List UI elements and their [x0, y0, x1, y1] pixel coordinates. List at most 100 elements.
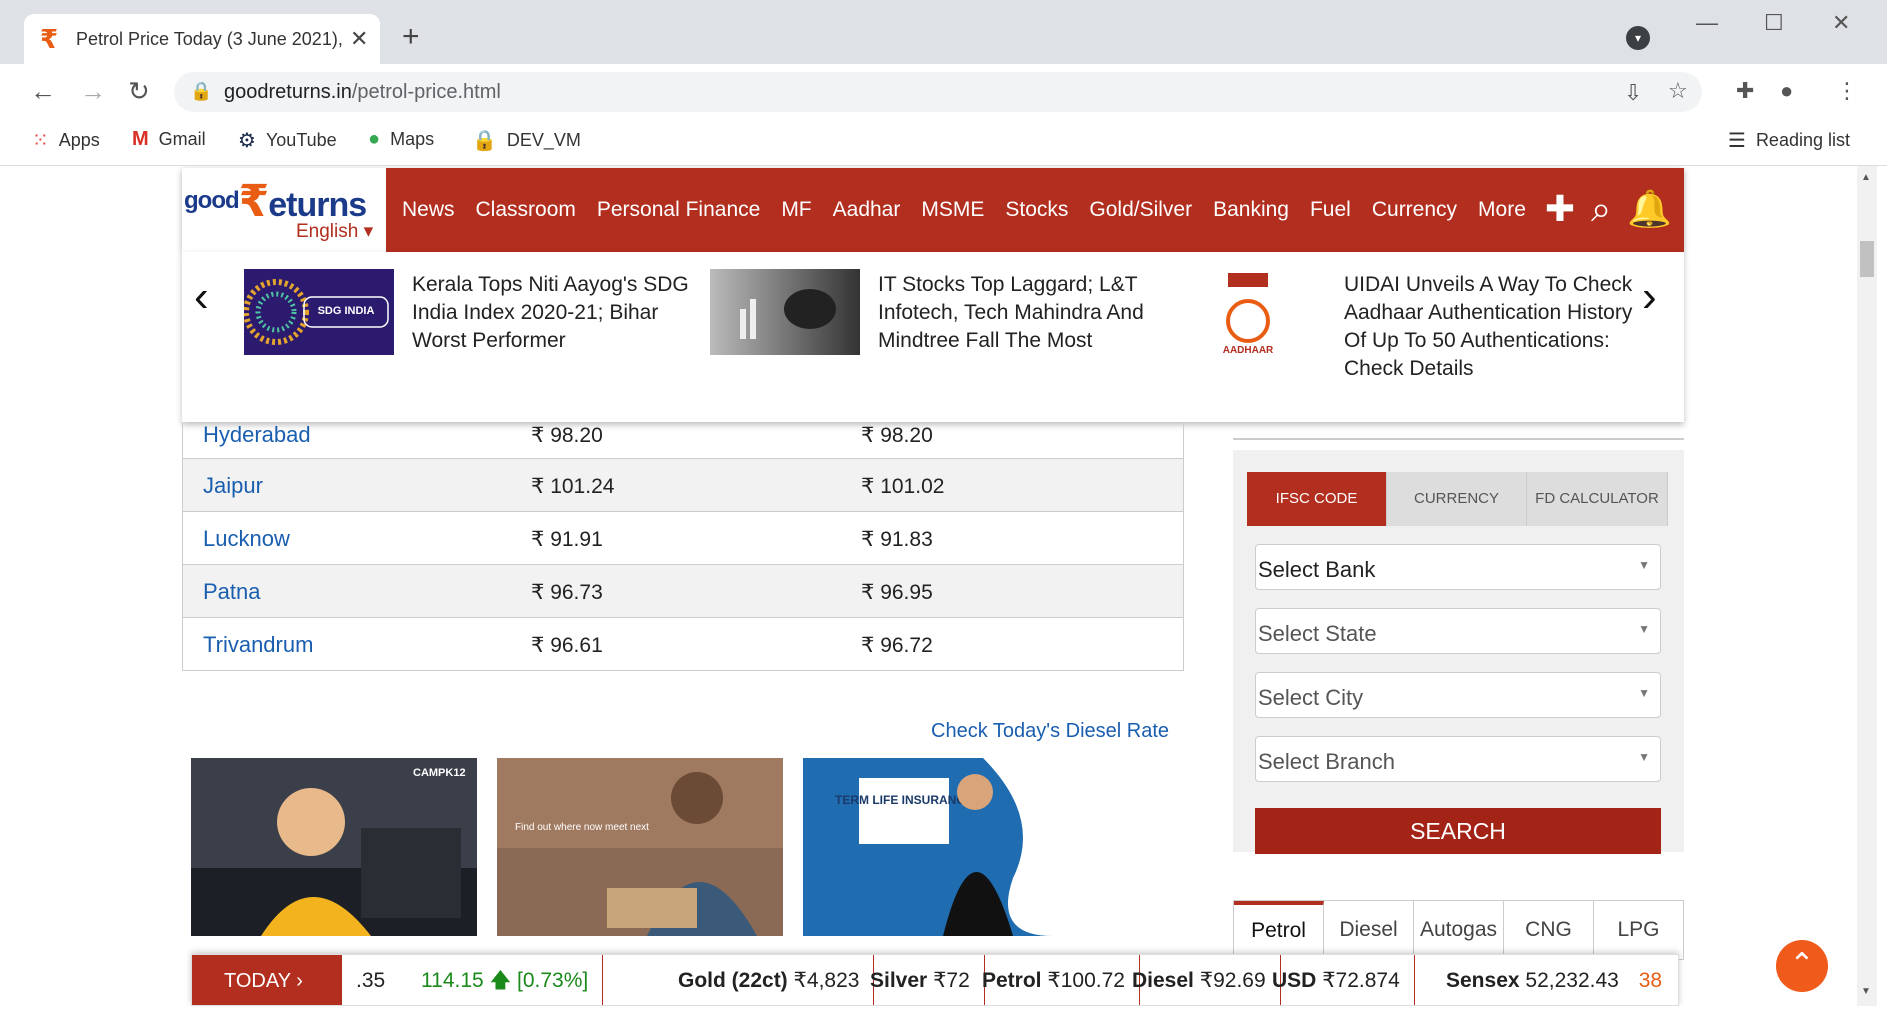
city-link[interactable]: Patna: [203, 579, 261, 605]
maps-pin-icon: ●: [368, 128, 381, 150]
page-scrollbar[interactable]: ▲ ▼: [1857, 166, 1877, 1006]
tab-diesel[interactable]: Diesel: [1324, 901, 1414, 959]
tab-currency[interactable]: CURRENCY: [1387, 472, 1527, 526]
ad-term-life-text: TERM LIFE INSURANCE: [835, 793, 973, 807]
language-dropdown[interactable]: English ▾: [296, 220, 373, 243]
ticker-silver[interactable]: Silver ₹72: [856, 955, 985, 1005]
city-link[interactable]: Jaipur: [203, 473, 263, 499]
back-icon[interactable]: ←: [30, 76, 56, 107]
install-icon[interactable]: ⇩: [1624, 80, 1642, 106]
nav-personal-finance[interactable]: Personal Finance: [597, 198, 760, 222]
news-headline[interactable]: UIDAI Unveils A Way To Check Aadhaar Aut…: [1344, 271, 1634, 383]
new-tab-button[interactable]: +: [402, 20, 420, 54]
ad-campk12[interactable]: CAMPK12: [191, 758, 477, 936]
close-window-icon[interactable]: ✕: [1832, 10, 1850, 36]
scroll-down-icon[interactable]: ▼: [1861, 986, 1871, 997]
bookmark-youtube[interactable]: ⚙ YouTube: [238, 128, 337, 153]
tab-ifsc-code[interactable]: IFSC CODE: [1247, 472, 1387, 526]
chevron-right-icon: ›: [296, 970, 303, 992]
notification-bell-icon[interactable]: 🔔: [1627, 188, 1672, 231]
bookmark-dev-vm[interactable]: 🔒 DEV_VM: [472, 128, 581, 153]
tab-lpg[interactable]: LPG: [1594, 901, 1683, 959]
ticker-gold[interactable]: Gold (22ct) ₹4,823: [664, 955, 875, 1005]
news-thumbnail-uidai[interactable]: AADHAAR: [1176, 269, 1326, 355]
ticker-diesel[interactable]: Diesel ₹92.69: [1118, 955, 1281, 1005]
lock-icon[interactable]: 🔒: [190, 81, 212, 102]
tab-cng[interactable]: CNG: [1504, 901, 1594, 959]
site-logo[interactable]: good₹eturns English ▾: [182, 168, 386, 252]
news-thumbnail-sdg[interactable]: SDG INDIA: [244, 269, 394, 355]
scroll-up-icon[interactable]: ▲: [1861, 172, 1871, 183]
nav-stocks[interactable]: Stocks: [1005, 198, 1068, 222]
city-link[interactable]: Hyderabad: [203, 422, 311, 448]
ad-term-life[interactable]: TERM LIFE INSURANCE: [803, 758, 1093, 936]
price-today: ₹ 96.73: [531, 581, 603, 604]
news-carousel: ‹ SDG INDIA Kerala Tops Niti Aayog's SDG…: [182, 252, 1684, 422]
nav-banking[interactable]: Banking: [1213, 198, 1289, 222]
forward-icon[interactable]: →: [80, 76, 106, 107]
close-tab-icon[interactable]: ✕: [350, 26, 368, 52]
site-header: good₹eturns English ▾ News Classroom Per…: [182, 168, 1684, 252]
ticker-nifty[interactable]: .35 114.15 🡅 [0.73%]: [342, 955, 604, 1005]
bookmarks-bar: ⁙ Apps M Gmail ⚙ YouTube ● Maps 🔒 DEV_VM ☰ Rea…: [0, 120, 1887, 160]
reading-list-icon: ☰: [1728, 130, 1746, 152]
bookmark-gmail[interactable]: M Gmail: [132, 128, 206, 151]
tab-title: Petrol Price Today (3 June 2021),: [76, 29, 343, 49]
select-city-dropdown[interactable]: Select City ▼: [1255, 672, 1661, 718]
city-link[interactable]: Trivandrum: [203, 632, 313, 658]
maximize-icon[interactable]: ☐: [1764, 10, 1784, 36]
price-today: ₹ 101.24: [531, 475, 615, 498]
today-button[interactable]: TODAY ›: [192, 955, 342, 1005]
diesel-rate-link[interactable]: Check Today's Diesel Rate: [931, 720, 1169, 743]
select-branch-dropdown[interactable]: Select Branch ▼: [1255, 736, 1661, 782]
ticker-usd[interactable]: USD ₹72.874: [1258, 955, 1415, 1005]
menu-icon[interactable]: ⋮: [1836, 78, 1858, 104]
chevron-up-icon: ⌃: [1789, 948, 1815, 981]
main-nav: News Classroom Personal Finance MF Aadha…: [402, 168, 1526, 252]
tab-petrol[interactable]: Petrol: [1234, 901, 1324, 959]
url-text: goodreturns.in/petrol-price.html: [224, 81, 501, 103]
news-headline[interactable]: Kerala Tops Niti Aayog's SDG India Index…: [412, 271, 702, 355]
nav-msme[interactable]: MSME: [921, 198, 984, 222]
city-link[interactable]: Lucknow: [203, 526, 290, 552]
bookmark-apps[interactable]: ⁙ Apps: [32, 128, 100, 153]
bookmark-star-icon[interactable]: ☆: [1668, 78, 1688, 104]
ticker-sensex[interactable]: Sensex 52,232.43 38: [1412, 955, 1676, 1005]
nav-aadhar[interactable]: Aadhar: [833, 198, 901, 222]
nav-classroom[interactable]: Classroom: [476, 198, 576, 222]
nav-fuel[interactable]: Fuel: [1310, 198, 1351, 222]
minimize-icon[interactable]: —: [1696, 10, 1718, 36]
scrollbar-thumb[interactable]: [1860, 241, 1874, 277]
carousel-next-icon[interactable]: ›: [1642, 272, 1657, 322]
tab-fd-calculator[interactable]: FD CALCULATOR: [1527, 472, 1668, 526]
select-state-dropdown[interactable]: Select State ▼: [1255, 608, 1661, 654]
news-thumbnail-it-stocks[interactable]: [710, 269, 860, 355]
profile-avatar-icon[interactable]: ●: [1780, 78, 1793, 104]
select-bank-dropdown[interactable]: Select Bank ▼: [1255, 544, 1661, 590]
carousel-prev-icon[interactable]: ‹: [194, 272, 209, 322]
puzzle-icon[interactable]: ✚: [1545, 188, 1575, 231]
search-button[interactable]: SEARCH: [1255, 808, 1661, 854]
tab-search-icon[interactable]: ▾: [1626, 26, 1650, 50]
apps-grid-icon: ⁙: [32, 130, 49, 152]
fuel-tabs: Petrol Diesel Autogas CNG LPG: [1233, 900, 1684, 960]
ad-fedex[interactable]: Find out where now meet next: [497, 758, 783, 936]
nav-gold-silver[interactable]: Gold/Silver: [1089, 198, 1192, 222]
market-ticker: TODAY › .35 114.15 🡅 [0.73%] Gold (22ct)…: [191, 954, 1679, 1006]
search-icon[interactable]: ⌕: [1591, 188, 1611, 231]
news-headline[interactable]: IT Stocks Top Laggard; L&T Infotech, Tec…: [878, 271, 1168, 355]
address-bar[interactable]: 🔒 goodreturns.in/petrol-price.html ⇩ ☆: [174, 72, 1702, 112]
bookmark-maps[interactable]: ● Maps: [368, 128, 434, 151]
browser-tab[interactable]: ₹ Petrol Price Today (3 June 2021), ✕: [24, 14, 380, 64]
nav-more[interactable]: More: [1478, 198, 1526, 222]
nav-news[interactable]: News: [402, 198, 455, 222]
ticker-petrol[interactable]: Petrol ₹100.72: [968, 955, 1140, 1005]
nav-mf[interactable]: MF: [781, 198, 811, 222]
reading-list-button[interactable]: ☰ Reading list: [1728, 128, 1850, 153]
extensions-icon[interactable]: ✚: [1736, 78, 1754, 104]
reload-icon[interactable]: ↻: [128, 76, 150, 107]
scroll-to-top-button[interactable]: ⌃: [1776, 940, 1828, 992]
price-today: ₹ 91.91: [531, 528, 603, 551]
nav-currency[interactable]: Currency: [1372, 198, 1457, 222]
tab-autogas[interactable]: Autogas: [1414, 901, 1504, 959]
